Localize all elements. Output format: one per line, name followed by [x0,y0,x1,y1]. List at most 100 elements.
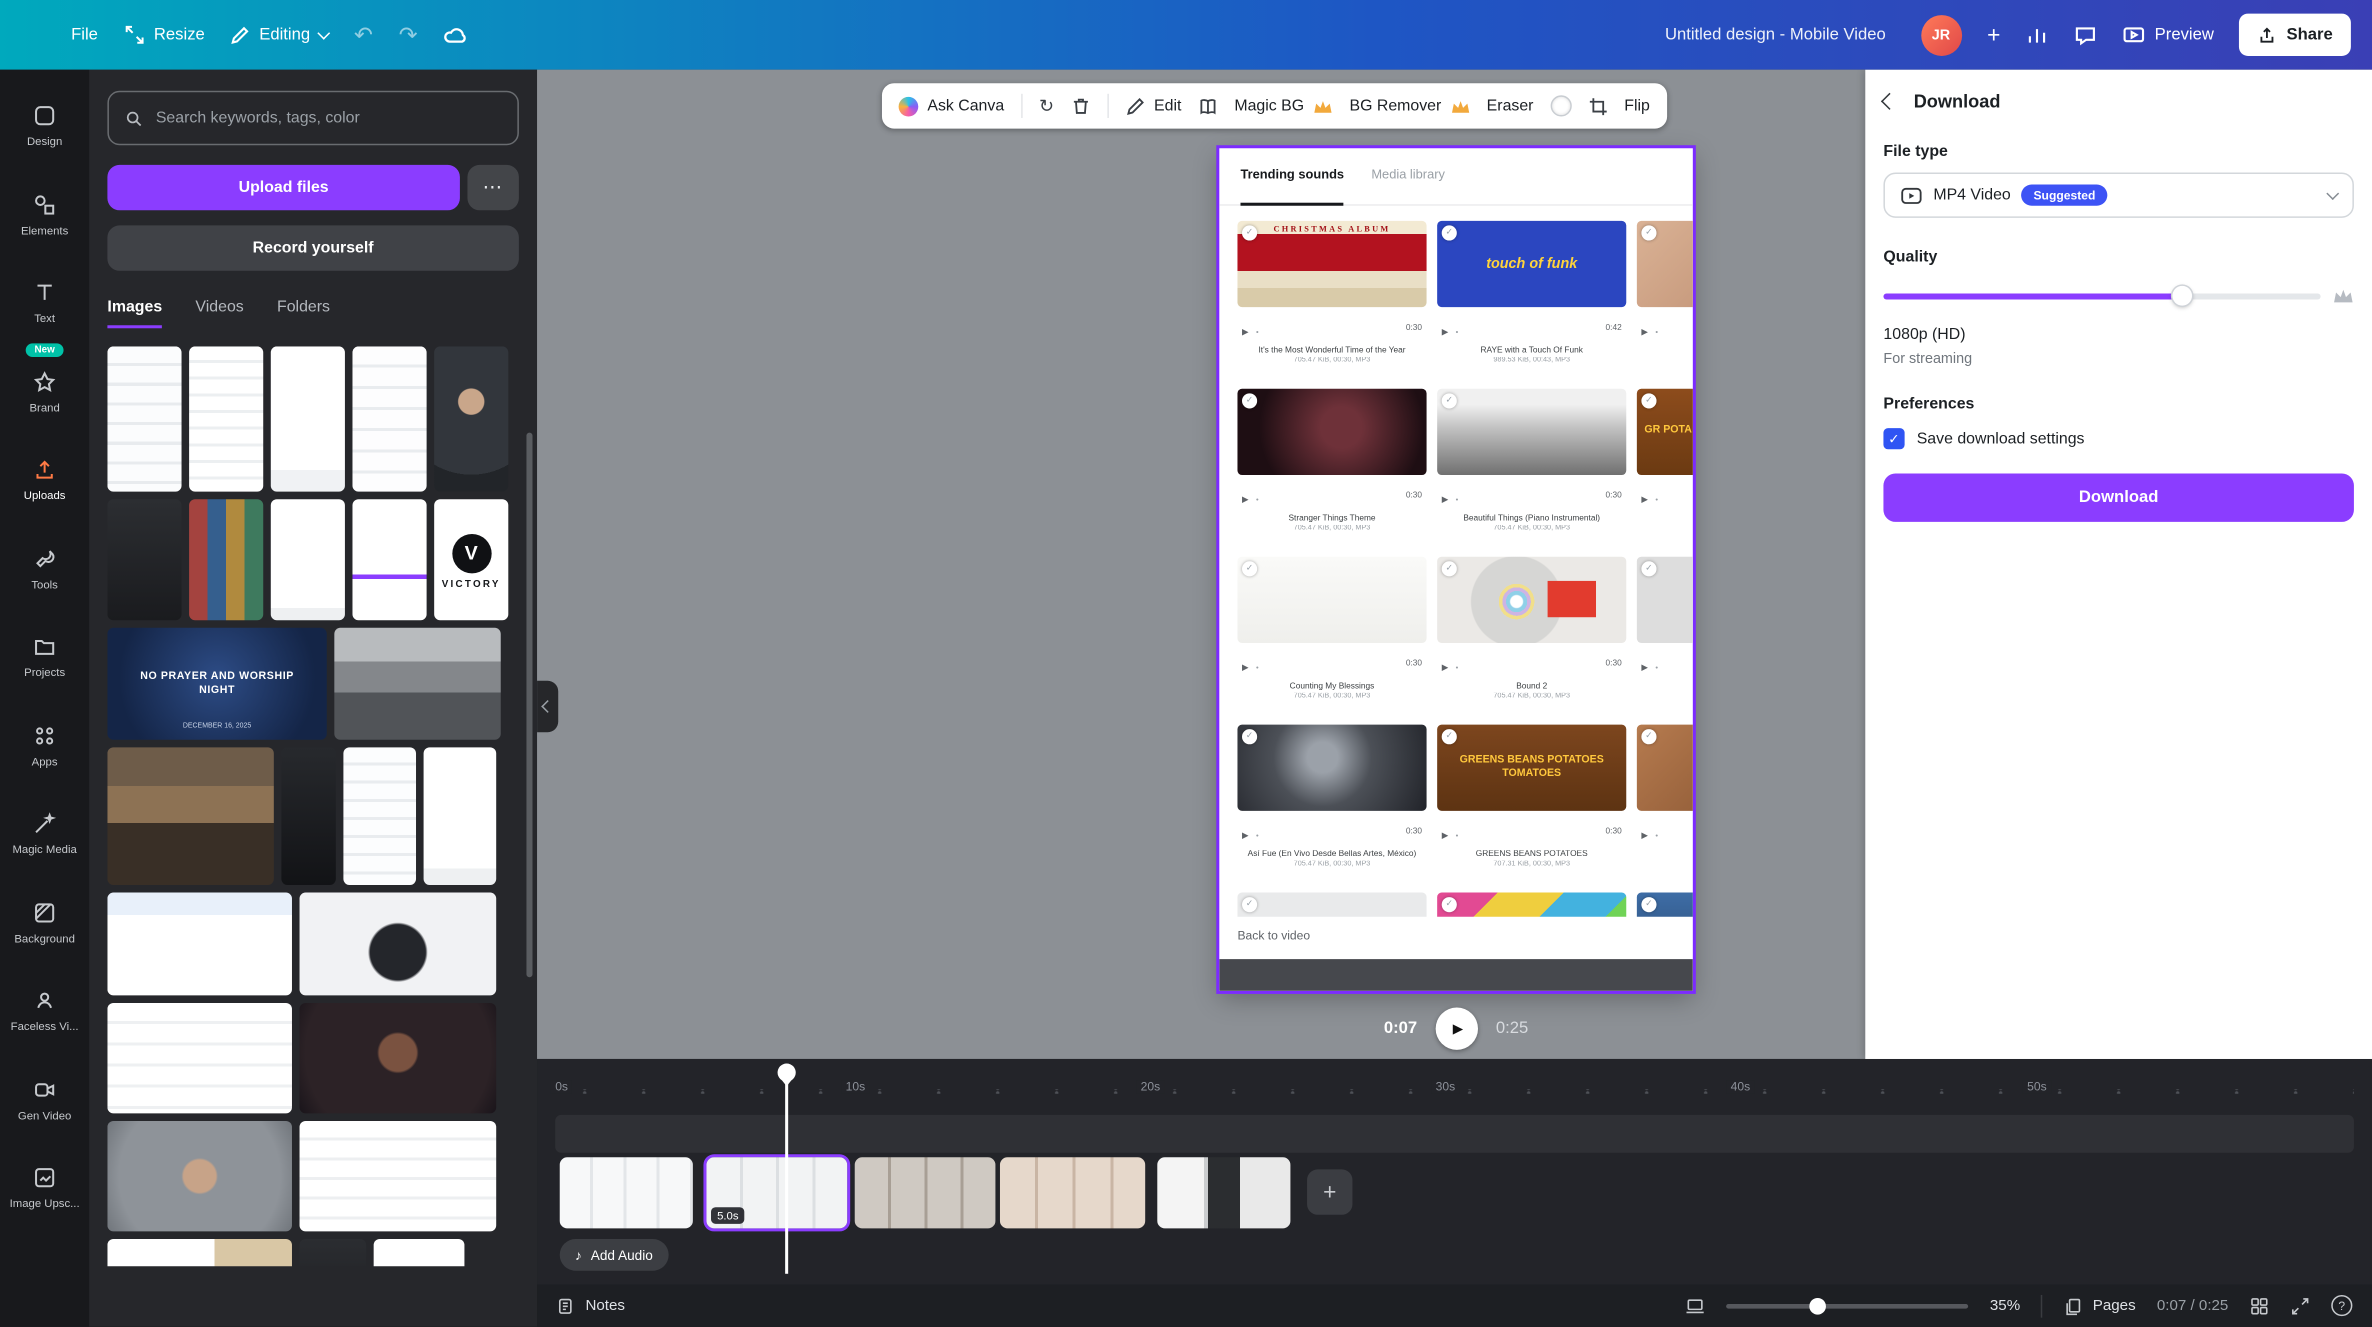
sidebar-item-elements[interactable]: Elements [0,170,89,258]
checkbox-checked-icon[interactable]: ✓ [1883,428,1905,450]
insights-icon[interactable] [2026,23,2049,46]
upload-thumbnail[interactable] [343,747,417,885]
play-icon[interactable] [1442,651,1448,678]
tab-videos[interactable]: Videos [195,298,243,328]
sound-card[interactable]: 0:30 Bound 2 705.47 KiB, 00:30, MP3 [1437,556,1627,700]
undo-button[interactable]: ↶ [354,23,373,46]
upload-thumbnail[interactable] [107,1238,292,1267]
upload-thumbnail[interactable] [107,747,274,885]
menu-icon[interactable] [21,27,45,43]
sidebar-item-uploads[interactable]: Uploads [0,436,89,524]
upload-thumbnail[interactable] [299,1238,367,1267]
upload-thumbnail[interactable]: NO PRAYER AND WORSHIP NIGHT DECEMBER 16,… [107,627,327,740]
timeline-clip[interactable] [854,1157,996,1229]
play-icon[interactable] [1442,315,1448,342]
notes-button[interactable]: Notes [557,1296,625,1316]
more-options-button[interactable]: ⋯ [467,164,519,211]
quality-slider[interactable] [1883,285,2321,305]
timeline-clip[interactable] [559,1157,693,1229]
file-type-select[interactable]: MP4 Video Suggested [1883,172,2354,218]
sound-card[interactable]: Teach Me [1636,556,1693,701]
sidebar-item-tools[interactable]: Tools [0,524,89,612]
play-icon[interactable] [1641,483,1647,510]
sidebar-item-magic-media[interactable]: Magic Media [0,790,89,878]
tab-folders[interactable]: Folders [277,298,330,328]
play-button[interactable]: ▶ [1435,1007,1478,1050]
play-icon[interactable] [1442,483,1448,510]
add-audio-button[interactable]: ♪ Add Audio [559,1238,668,1271]
sound-card[interactable]: touch of funk 0:42 RAYE with a Touch Of … [1437,220,1627,365]
sidebar-item-design[interactable]: Design [0,82,89,170]
upload-thumbnail[interactable] [189,346,264,492]
upload-thumbnail[interactable] [299,892,497,996]
fullscreen-icon[interactable] [2290,1296,2310,1316]
sound-card[interactable]: 0:30 Beautiful Things (Piano Instrumenta… [1437,388,1627,533]
ask-canva-button[interactable]: Ask Canva [898,96,1004,116]
playhead[interactable] [777,1063,796,1087]
pages-button[interactable]: Pages [2064,1296,2136,1316]
upload-thumbnail[interactable] [270,346,345,492]
help-icon[interactable]: ? [2331,1294,2353,1317]
redo-button[interactable]: ↷ [399,23,418,46]
edit-button[interactable]: Edit [1125,96,1181,116]
add-page-button[interactable]: + [1307,1169,1353,1215]
sidebar-item-image-upscaler[interactable]: Image Upsc... [0,1144,89,1232]
timeline-clip[interactable]: 5.0s [706,1157,848,1229]
file-menu-button[interactable]: File [71,26,98,44]
slider-handle[interactable] [2171,285,2192,305]
play-icon[interactable] [1641,818,1647,845]
delete-icon[interactable] [1071,96,1091,116]
play-icon[interactable] [1641,651,1647,678]
sidebar-item-faceless-video[interactable]: Faceless Vi... [0,967,89,1055]
upload-thumbnail[interactable] [270,499,345,621]
eraser-button[interactable]: Eraser [1487,97,1534,115]
upload-thumbnail[interactable] [107,346,182,492]
pages-spread-icon[interactable] [1198,96,1218,116]
flip-button[interactable]: Flip [1624,97,1650,115]
upload-thumbnail[interactable] [189,499,264,621]
back-to-video-link[interactable]: Back to video [1237,929,1692,943]
sound-card[interactable]: GREENS BEANS POTATOES TOMATOES 0:30 GREE… [1437,724,1627,868]
avatar[interactable]: JR [1920,14,1962,56]
upload-thumbnail[interactable] [352,499,427,621]
comments-icon[interactable] [2074,23,2097,46]
tab-images[interactable]: Images [107,298,163,329]
slider-handle[interactable] [1808,1297,1826,1314]
sound-card[interactable]: 0:30 Counting My Blessings 705.47 KiB, 0… [1237,556,1427,700]
upload-thumbnail[interactable] [352,346,427,492]
sidebar-item-brand[interactable]: New Brand [0,342,89,435]
refresh-icon[interactable]: ↻ [1039,95,1054,116]
tab-media-library[interactable]: Media library [1371,166,1445,204]
sound-card[interactable]: GR POTA [1636,388,1693,533]
upload-thumbnail[interactable] [299,1002,497,1114]
upload-thumbnail[interactable] [334,627,501,740]
download-button[interactable]: Download [1883,473,2354,522]
upload-thumbnail[interactable] [434,346,509,492]
magic-bg-button[interactable]: Magic BG [1234,96,1332,116]
search-input[interactable] [155,108,503,128]
upload-thumbnail[interactable] [107,1120,292,1232]
add-member-icon[interactable]: + [1987,23,2000,46]
play-icon[interactable] [1242,483,1248,510]
upload-thumbnail[interactable] [423,747,497,885]
sidebar-item-gen-video[interactable]: Gen Video [0,1055,89,1143]
grid-view-icon[interactable] [2250,1296,2270,1316]
sound-card[interactable]: 0:30 Así Fue (En Vivo Desde Bellas Artes… [1237,724,1427,868]
preview-button[interactable]: Preview [2123,23,2214,46]
sidebar-item-background[interactable]: Background [0,878,89,966]
play-icon[interactable] [1242,315,1248,342]
upload-thumbnail[interactable]: V VICTORY [434,499,509,621]
sidebar-item-projects[interactable]: Projects [0,613,89,701]
panel-scrollbar[interactable] [526,432,533,978]
upload-thumbnail[interactable] [107,499,182,621]
sound-card[interactable] [1636,892,1693,917]
share-button[interactable]: Share [2239,13,2351,56]
sound-card[interactable]: 0:30 Stranger Things Theme 705.47 KiB, 0… [1237,388,1427,533]
bg-remover-button[interactable]: BG Remover [1349,96,1470,116]
play-icon[interactable] [1242,818,1248,845]
upload-files-button[interactable]: Upload files [107,164,460,211]
sidebar-item-text[interactable]: Text [0,259,89,347]
upload-thumbnail[interactable] [107,1002,292,1114]
editing-mode-dropdown[interactable]: Editing [230,25,331,45]
track-lane[interactable] [555,1114,2354,1153]
